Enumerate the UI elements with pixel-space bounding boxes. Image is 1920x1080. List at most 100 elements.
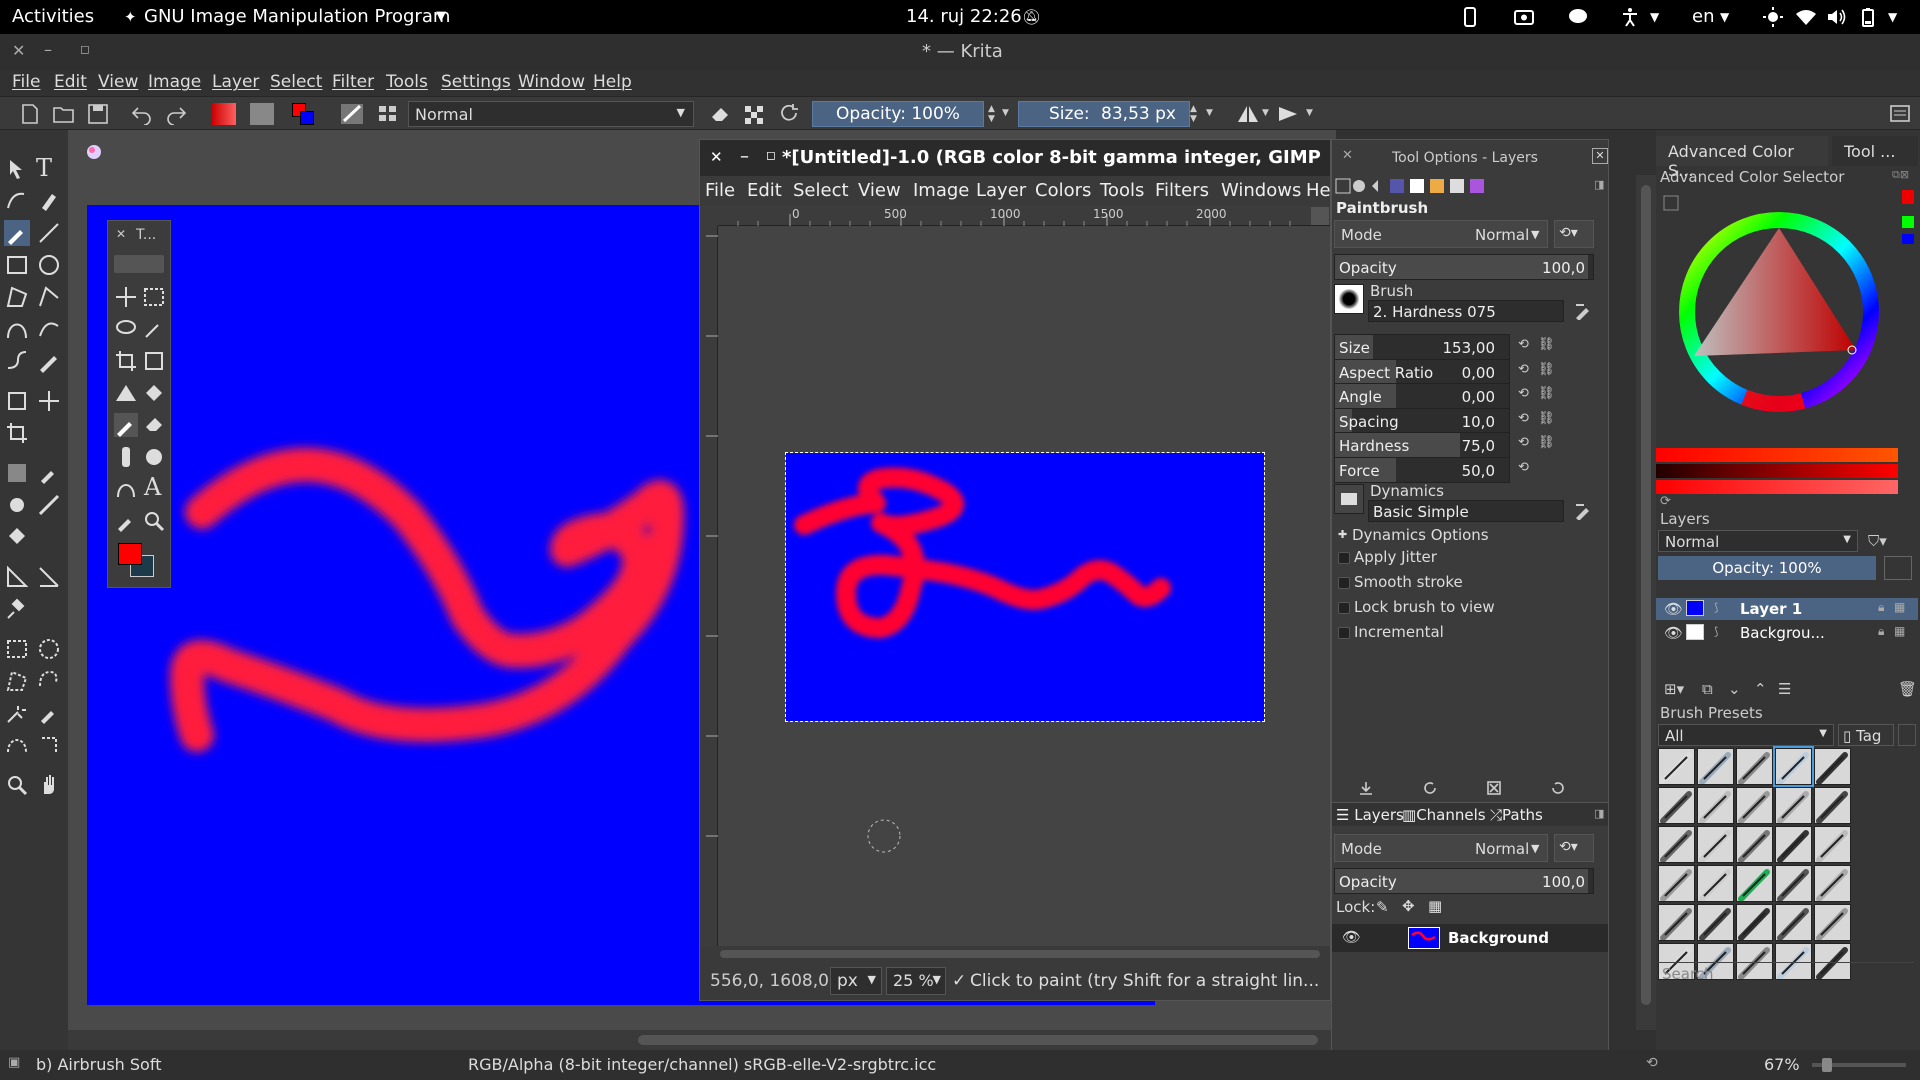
float-dock-icon[interactable]: ⧉⊠ <box>1892 168 1909 182</box>
reset-icon[interactable]: ⟲ <box>1518 337 1529 352</box>
lasso-tool-icon[interactable] <box>114 317 138 341</box>
delete-options-icon[interactable] <box>1486 780 1502 796</box>
chat-icon[interactable] <box>1568 7 1588 27</box>
tab-advanced-color[interactable]: Advanced Color S... <box>1656 136 1828 180</box>
text-tool-icon[interactable]: A <box>144 473 168 501</box>
vertical-ruler[interactable] <box>700 226 718 946</box>
menu-help[interactable]: Help <box>593 72 632 92</box>
close-icon[interactable]: ✕ <box>1342 148 1353 163</box>
menu-filters[interactable]: Filters <box>1155 180 1209 201</box>
bezier-select-icon[interactable] <box>4 732 30 758</box>
opacity-slider[interactable]: Opacity 100,0 <box>1334 254 1594 280</box>
tab-tool-options[interactable]: Tool ... <box>1832 136 1918 166</box>
layers-view-icon[interactable] <box>1884 556 1912 580</box>
freehand-brush-icon[interactable] <box>4 220 30 246</box>
fill-tool-icon[interactable] <box>4 524 30 550</box>
transform-tool-icon[interactable] <box>4 388 30 414</box>
dock-toggle-icon[interactable] <box>1888 103 1912 125</box>
dynamics-options-label[interactable]: Dynamics Options <box>1352 526 1489 544</box>
brush-preset-item[interactable] <box>1773 746 1814 787</box>
mirror-vertical-icon[interactable] <box>1276 103 1300 125</box>
menu-window[interactable]: Window <box>518 72 585 92</box>
brush-preset-item[interactable] <box>1658 787 1695 824</box>
save-options-icon[interactable] <box>1358 780 1374 796</box>
mirror-horizontal-icon[interactable] <box>1236 103 1260 125</box>
eraser-mode-icon[interactable] <box>708 103 732 125</box>
accessibility-icon[interactable] <box>1620 7 1640 27</box>
menu-file[interactable]: File <box>705 180 735 201</box>
heal-tool-icon[interactable] <box>114 445 138 469</box>
color-history-swatch[interactable] <box>1902 190 1914 204</box>
reset-icon[interactable]: ⟲ <box>1518 435 1529 450</box>
zoom-select[interactable]: 25 % ▼ <box>886 967 946 995</box>
color-slider-1[interactable] <box>1656 448 1898 462</box>
settings-icon[interactable] <box>1663 195 1679 211</box>
calligraphy-icon[interactable] <box>36 188 62 214</box>
menu-tools[interactable]: Tools <box>1100 180 1144 201</box>
measure-tool-icon[interactable] <box>4 564 30 590</box>
paintbrush-tool-icon[interactable] <box>114 413 138 437</box>
size-field[interactable]: Size: 83,53 px <box>1018 101 1190 127</box>
color-slider-3[interactable] <box>1656 480 1898 494</box>
tag-button[interactable]: ▯ Tag <box>1838 724 1894 746</box>
blend-mode-select[interactable]: Normal ▼ <box>408 101 694 127</box>
link-icon[interactable]: ⛓ <box>1538 337 1555 352</box>
bezier-tool-icon[interactable] <box>4 316 30 342</box>
paths-tool-icon[interactable] <box>114 477 138 501</box>
alpha-icon[interactable]: ▦ <box>1894 600 1905 614</box>
edit-shapes-icon[interactable] <box>4 188 30 214</box>
visibility-eye-icon[interactable]: 👁︎ <box>1664 600 1683 618</box>
brush-preset-item[interactable] <box>1658 748 1695 785</box>
brush-preset-item[interactable] <box>1814 904 1851 941</box>
undo-icon[interactable] <box>130 103 154 125</box>
maximize-icon[interactable]: ◻ <box>766 148 776 162</box>
opacity-spinner[interactable]: ▲ ▼ <box>988 104 995 124</box>
lock-alpha-icon[interactable]: ▦ <box>1428 897 1442 915</box>
slider-aspect-ratio[interactable]: Aspect Ratio 0,00 <box>1334 358 1510 385</box>
color-slider-2[interactable] <box>1656 464 1898 478</box>
reference-tool-icon[interactable] <box>36 564 62 590</box>
brush-preset-item[interactable] <box>1697 748 1734 785</box>
slider-force[interactable]: Force 50,0 <box>1334 456 1510 483</box>
brush-preset-item[interactable] <box>1697 826 1734 863</box>
reset-options-icon[interactable] <box>1550 780 1566 796</box>
smooth-stroke-checkbox[interactable] <box>1338 577 1350 589</box>
rect-select-icon[interactable] <box>4 636 30 662</box>
apply-jitter-checkbox[interactable] <box>1338 552 1350 564</box>
text-tool-icon[interactable]: T <box>36 154 62 182</box>
mode-select[interactable]: Mode Normal ▼ <box>1334 220 1548 248</box>
volume-icon[interactable] <box>1826 7 1846 27</box>
link-icon[interactable]: ⛓ <box>1538 435 1555 450</box>
minimize-icon[interactable]: – <box>44 40 52 59</box>
close-icon[interactable]: ✕ <box>710 148 723 166</box>
layer-row-background[interactable]: 👁︎ Background <box>1332 924 1608 952</box>
brush-filter-select[interactable]: All ▼ <box>1658 724 1834 746</box>
slider-angle[interactable]: Angle 0,00 <box>1334 383 1510 409</box>
tab-paths[interactable]: ⤮Paths <box>1490 806 1543 824</box>
brush-preset-item[interactable] <box>1814 865 1851 902</box>
menu-file[interactable]: File <box>12 72 40 92</box>
brightness-icon[interactable] <box>1763 7 1783 27</box>
assistant-tool-icon[interactable] <box>36 492 62 518</box>
screenshot-icon[interactable] <box>1514 7 1534 27</box>
reset-icon[interactable]: ⟲ <box>1518 386 1529 401</box>
brush-preset-item[interactable] <box>1814 748 1851 785</box>
gradient-swatch[interactable] <box>212 103 236 125</box>
brush-preset-item[interactable] <box>1775 865 1812 902</box>
slider-spacing[interactable]: Spacing 10,0 <box>1334 407 1510 434</box>
ellipse-select-icon[interactable] <box>36 636 62 662</box>
link-icon[interactable]: ⛓ <box>1538 386 1555 401</box>
contiguous-select-icon[interactable] <box>4 700 30 726</box>
menu-filter[interactable]: Filter <box>332 72 374 92</box>
unified-transform-icon[interactable] <box>142 349 166 373</box>
reset-icon[interactable]: ⟲ <box>1518 411 1529 426</box>
grid-icon[interactable] <box>376 103 400 125</box>
mode-reset-button[interactable]: ⟲▾ <box>1554 220 1594 248</box>
brush-preset-item[interactable] <box>1736 904 1773 941</box>
brush-preset-item[interactable] <box>1736 865 1773 902</box>
color-history-swatch[interactable] <box>1902 234 1914 244</box>
size-spinner[interactable]: ▲ ▼ <box>1190 104 1197 124</box>
ruler-corner[interactable] <box>700 206 718 226</box>
tab-layers[interactable]: ☰ Layers <box>1336 806 1404 824</box>
brush-preset-item[interactable] <box>1697 787 1734 824</box>
